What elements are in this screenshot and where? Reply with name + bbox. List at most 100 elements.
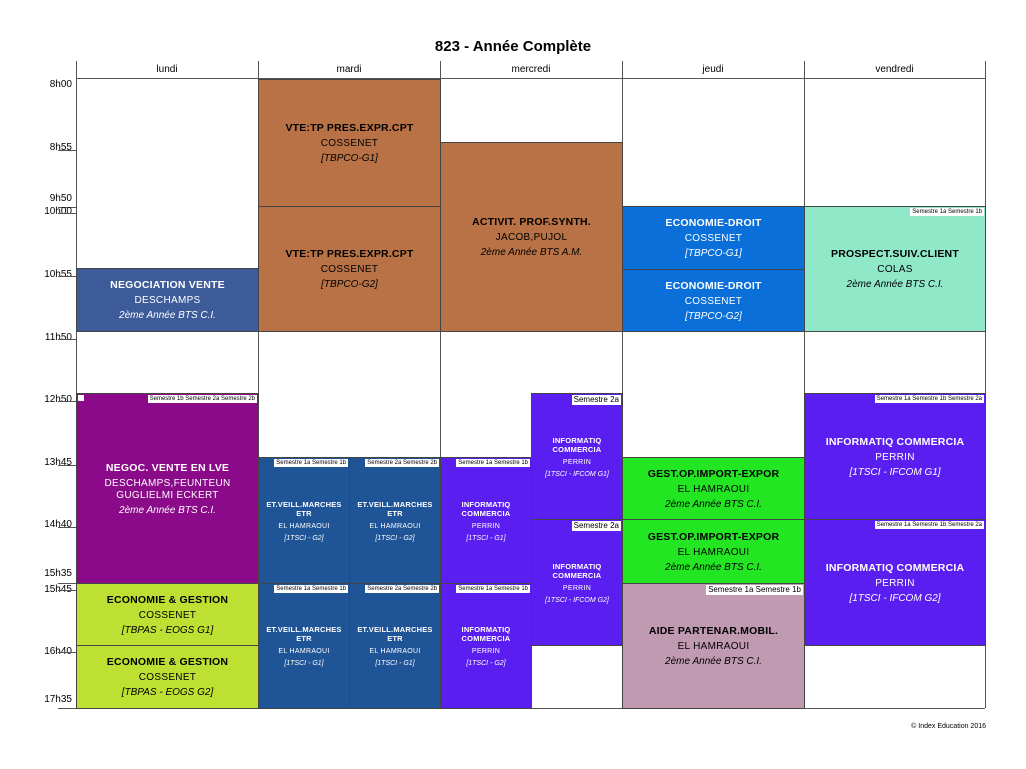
course-title: ECONOMIE-DROIT (665, 217, 762, 229)
course-title: INFORMATIQ COMMERCIA (552, 435, 602, 454)
day-header-jeudi: jeudi (702, 64, 724, 75)
course-title: ET.VEILL.MARCHES ETR (357, 625, 433, 643)
time-tick (58, 339, 76, 340)
day-header-vendredi: vendredi (875, 64, 914, 75)
course-title: INFORMATIQ COMMERCIA (461, 625, 511, 643)
course-group: [1TSCI - IFCOM G2] (849, 592, 941, 604)
course-title: GEST.OP.IMPORT-EXPOR (647, 467, 780, 480)
semester-badge: Semestre 2a Semestre 2b (365, 459, 439, 467)
course-title: VTE:TP PRES.EXPR.CPT (285, 248, 414, 260)
time-tick (58, 708, 76, 709)
course-teacher: EL HAMRAOUI (278, 522, 330, 530)
course-group: [1TSCI - IFCOM G1] (545, 470, 609, 478)
course-group: [TBPAS - EOGS G1] (121, 624, 214, 636)
course-block-mar1[interactable]: VTE:TP PRES.EXPR.CPT COSSENET [TBPCO-G1] (258, 79, 441, 207)
course-block-jeu4[interactable]: GEST.OP.IMPORT-EXPOR EL HAMRAOUI 2ème Anné… (622, 519, 805, 584)
course-teacher: COSSENET (684, 295, 743, 307)
course-block-ven2[interactable]: INFORMATIQ COMMERCIA PERRIN [1TSCI - IFCOM… (804, 393, 986, 520)
day-header-lundi: lundi (156, 64, 178, 75)
course-teacher: EL HAMRAOUI (278, 648, 330, 655)
course-group: [1TSCI - IFCOM G2] (545, 596, 609, 604)
semester-badge: Semestre 1a Semestre 1b (910, 208, 984, 216)
course-block-mer4[interactable]: INFORMATIQ COMMERCIA PERRIN [1TSCI - IFCOM… (531, 519, 623, 646)
semester-badge: Semestre 1b Semestre 2a Semestre 2b (147, 395, 257, 403)
semester-badge: Semestre 1a Semestre 1b (456, 585, 530, 593)
time-tick (58, 150, 76, 151)
semester-badge: Semestre 2a (571, 521, 621, 531)
semester-badge: Semestre 1a Semestre 1b (274, 459, 348, 467)
course-title: NEGOCIATION VENTE (110, 279, 225, 291)
course-block-mer2[interactable]: INFORMATIQ COMMERCIA PERRIN [1TSCI - G1] Se… (440, 457, 532, 584)
course-block-jeu3[interactable]: GEST.OP.IMPORT-EXPOR EL HAMRAOUI 2ème Anné… (622, 457, 805, 520)
time-label: 10h00 (44, 206, 72, 217)
course-block-lun1[interactable]: NEGOCIATION VENTE DESCHAMPS 2ème Année BTS… (76, 268, 259, 332)
course-teacher: COSSENET (320, 138, 379, 149)
course-title: NEGOC. VENTE EN LVE (105, 461, 230, 474)
course-teacher: JACOB,PUJOL (495, 232, 568, 243)
day-header-mardi: mardi (336, 64, 362, 75)
course-teacher: DESCHAMPS (134, 295, 201, 306)
course-teacher: EL HAMRAOUI (677, 641, 750, 652)
course-block-ven3[interactable]: INFORMATIQ COMMERCIA PERRIN [1TSCI - IFCOM… (804, 519, 986, 646)
grid-header-line (76, 78, 985, 79)
course-block-ven1[interactable]: PROSPECT.SUIV.CLIENT COLAS 2ème Année BTS … (804, 206, 986, 332)
time-label: 15h35 (44, 568, 72, 579)
course-title: ECONOMIE-DROIT (665, 279, 762, 292)
course-title: ECONOMIE & GESTION (106, 656, 229, 668)
course-teacher: COSSENET (684, 233, 743, 244)
course-block-mer3[interactable]: INFORMATIQ COMMERCIA PERRIN [1TSCI - IFCOM… (531, 393, 623, 520)
time-tick (58, 652, 76, 653)
time-tick (58, 276, 76, 277)
course-block-mar3[interactable]: ET.VEILL.MARCHES ETR EL HAMRAOUI [1TSCI - … (258, 457, 350, 584)
course-teacher: EL HAMRAOUI (369, 648, 421, 655)
course-group: [1TSCI - G2] (466, 660, 506, 667)
course-block-jeu1[interactable]: ECONOMIE-DROIT COSSENET [TBPCO-G1] (622, 206, 805, 270)
course-block-mar6[interactable]: ET.VEILL.MARCHES ETR EL HAMRAOUI [1TSCI - … (349, 583, 441, 709)
semester-badge: Semestre 2a (571, 395, 621, 405)
course-group: [TBPCO-G2] (685, 310, 742, 322)
course-title: PROSPECT.SUIV.CLIENT (831, 248, 959, 260)
course-group: 2ème Année BTS C.I. (665, 498, 762, 510)
course-title: ET.VEILL.MARCHES ETR (357, 499, 433, 518)
course-teacher: PERRIN (562, 584, 592, 592)
course-title: INFORMATIQ COMMERCIA (552, 561, 602, 580)
course-group: 2ème Année BTS C.I. (119, 310, 216, 321)
semester-badge: Semestre 1a Semestre 1b (456, 459, 530, 467)
course-group: 2ème Année BTS C.I. (846, 279, 944, 290)
semester-badge: Semestre 1a Semestre 1b (706, 585, 803, 595)
course-teachers: DESCHAMPS,FEUNTEUN (104, 477, 231, 489)
course-block-lun2[interactable]: NEGOC. VENTE EN LVE DESCHAMPS,FEUNTEUN GUG… (76, 393, 259, 584)
course-teacher: EL HAMRAOUI (369, 522, 421, 530)
course-teacher: COSSENET (138, 672, 197, 683)
time-label: 9h50 (49, 193, 72, 204)
course-group: 2ème Année BTS C.I. (665, 656, 762, 667)
course-teacher: PERRIN (562, 458, 592, 466)
time-label: 13h45 (44, 457, 72, 468)
course-block-jeu5[interactable]: AIDE PARTENAR.MOBIL. EL HAMRAOUI 2ème Anné… (622, 583, 805, 709)
time-label: 8h55 (49, 142, 72, 153)
course-teacher: PERRIN (471, 522, 501, 530)
time-tick (58, 590, 76, 591)
course-block-mer5[interactable]: INFORMATIQ COMMERCIA PERRIN [1TSCI - G2] Se… (440, 583, 532, 709)
course-block-mar5[interactable]: ET.VEILL.MARCHES ETR EL HAMRAOUI [1TSCI - … (258, 583, 350, 709)
course-block-mer1[interactable]: ACTIVIT. PROF.SYNTH. JACOB,PUJOL 2ème Anné… (440, 142, 623, 332)
course-block-jeu2[interactable]: ECONOMIE-DROIT COSSENET [TBPCO-G2] (622, 269, 805, 332)
semester-badge: Semestre 1a Semestre 1b Semestre 2a (874, 521, 984, 529)
course-title: INFORMATIQ COMMERCIA (825, 435, 965, 448)
semester-badge: Semestre 1a Semestre 1b (274, 585, 348, 593)
course-group: [TBPCO-G1] (321, 153, 378, 164)
time-label: 8h00 (49, 79, 72, 90)
course-group: [TBPCO-G1] (685, 248, 742, 259)
course-block-mar2[interactable]: VTE:TP PRES.EXPR.CPT COSSENET [TBPCO-G2] (258, 206, 441, 332)
course-teacher: COSSENET (138, 609, 197, 621)
time-tick (58, 213, 76, 214)
course-group: [1TSCI - G1] (284, 660, 324, 667)
course-title: VTE:TP PRES.EXPR.CPT (285, 122, 414, 134)
time-label: 14h40 (44, 519, 72, 530)
course-block-lun4[interactable]: ECONOMIE & GESTION COSSENET [TBPAS - EOGS … (76, 645, 259, 709)
time-tick (58, 527, 76, 528)
course-block-lun3[interactable]: ECONOMIE & GESTION COSSENET [TBPAS - EOGS … (76, 583, 259, 646)
course-block-mar4[interactable]: ET.VEILL.MARCHES ETR EL HAMRAOUI [1TSCI - … (349, 457, 441, 584)
course-group: 2ème Année BTS C.I. (119, 504, 216, 516)
course-teacher: PERRIN (875, 451, 915, 463)
